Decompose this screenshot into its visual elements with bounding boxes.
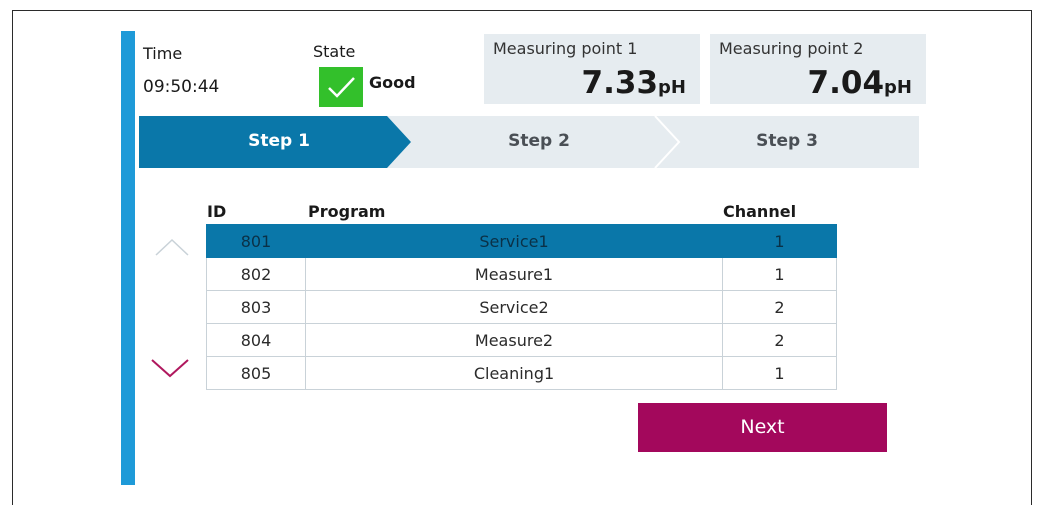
cell-channel: 2: [722, 323, 837, 357]
measuring-point-reading: 7.33pH: [582, 65, 686, 101]
step-2-tab[interactable]: Step 2: [494, 131, 584, 151]
time-value: 09:50:44: [143, 77, 220, 97]
frame-left-border: [12, 10, 13, 505]
cell-channel: 1: [722, 356, 837, 390]
cell-program: Measure2: [305, 323, 723, 357]
column-header-id: ID: [207, 202, 227, 221]
state-value: Good: [369, 73, 416, 92]
time-label: Time: [143, 44, 183, 63]
program-table: 801 Service1 1 802 Measure1 1 803 Servic…: [206, 224, 837, 390]
measuring-point-2: Measuring point 2 7.04pH: [710, 34, 926, 104]
cell-id: 804: [206, 323, 306, 357]
table-row[interactable]: 805 Cleaning1 1: [206, 356, 837, 390]
chevron-down-icon[interactable]: [151, 357, 189, 383]
measuring-point-title: Measuring point 2: [719, 39, 864, 58]
check-icon: [319, 67, 363, 107]
table-row[interactable]: 802 Measure1 1: [206, 257, 837, 291]
state-label: State: [313, 42, 356, 61]
chevron-up-icon[interactable]: [155, 237, 189, 261]
column-header-program: Program: [308, 202, 386, 221]
frame-right-border: [1031, 10, 1032, 505]
cell-id: 801: [206, 224, 306, 258]
cell-program: Cleaning1: [305, 356, 723, 390]
table-row[interactable]: 804 Measure2 2: [206, 323, 837, 357]
accent-bar: [121, 31, 135, 485]
cell-program: Measure1: [305, 257, 723, 291]
measuring-point-value: 7.04: [807, 65, 885, 101]
measuring-point-1: Measuring point 1 7.33pH: [484, 34, 700, 104]
cell-channel: 1: [722, 257, 837, 291]
measuring-point-value: 7.33: [581, 65, 659, 101]
measuring-point-title: Measuring point 1: [493, 39, 638, 58]
cell-id: 805: [206, 356, 306, 390]
step-progress: Step 1 Step 2 Step 3: [139, 116, 919, 168]
table-row[interactable]: 803 Service2 2: [206, 290, 837, 324]
table-row[interactable]: 801 Service1 1: [206, 224, 837, 258]
frame-top-border: [12, 10, 1032, 11]
next-button[interactable]: Next: [638, 403, 887, 452]
cell-id: 802: [206, 257, 306, 291]
cell-program: Service1: [305, 224, 723, 258]
step-3-tab[interactable]: Step 3: [742, 131, 832, 151]
cell-channel: 1: [722, 224, 837, 258]
step-1-tab[interactable]: Step 1: [234, 131, 324, 151]
cell-program: Service2: [305, 290, 723, 324]
measuring-point-reading: 7.04pH: [808, 65, 912, 101]
measuring-point-unit: pH: [884, 77, 912, 98]
cell-channel: 2: [722, 290, 837, 324]
column-header-channel: Channel: [723, 202, 797, 221]
measuring-point-unit: pH: [658, 77, 686, 98]
cell-id: 803: [206, 290, 306, 324]
